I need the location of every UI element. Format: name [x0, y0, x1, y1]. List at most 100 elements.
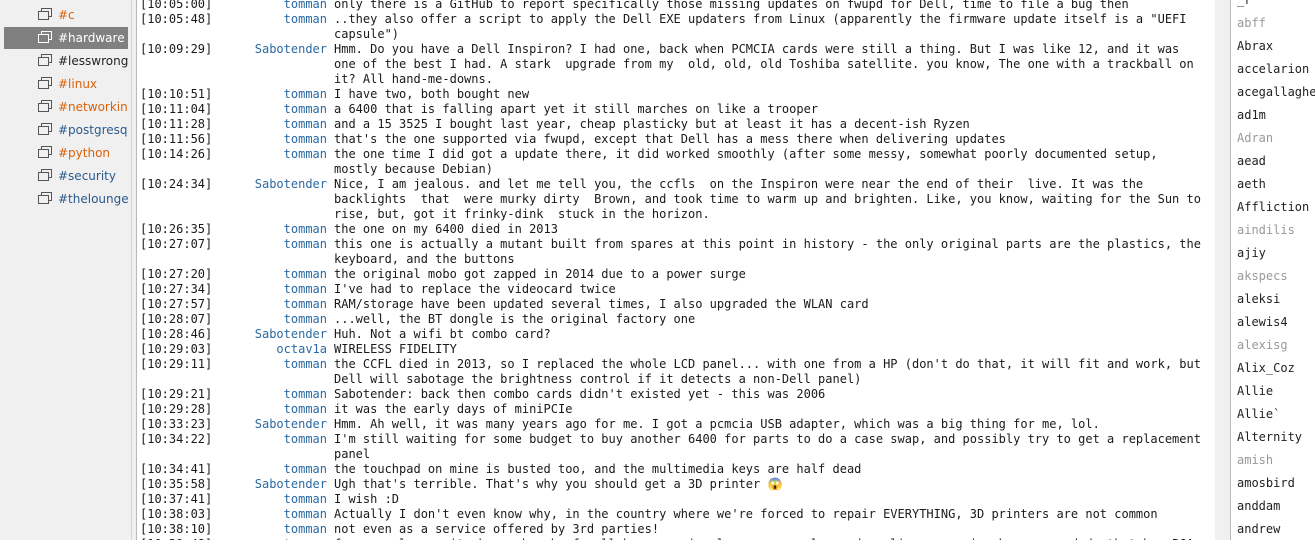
- nickname[interactable]: tomman: [215, 267, 327, 282]
- user-list-item[interactable]: andrew: [1237, 518, 1315, 540]
- chat-line: [10:09:29] Sabotender Hmm. Do you have a D…: [137, 42, 1215, 57]
- chat-line: [10:24:34] Sabotender Nice, I am jealous. …: [137, 177, 1215, 192]
- nickname[interactable]: Sabotender: [215, 177, 327, 192]
- channel-icon: [38, 54, 52, 67]
- sidebar-item-security[interactable]: #security: [4, 165, 128, 187]
- sidebar-item-hardware[interactable]: #hardware: [4, 27, 128, 49]
- message-text: backlights that were murky dirty Brown, …: [334, 192, 1201, 206]
- user-list-item[interactable]: Allie: [1237, 380, 1315, 403]
- message-text: Sabotender: back then combo cards didn't…: [334, 387, 826, 401]
- timestamp: [10:10:51]: [140, 87, 213, 101]
- timestamp: [10:28:07]: [140, 312, 213, 326]
- nickname[interactable]: tomman: [215, 507, 327, 522]
- timestamp: [10:29:11]: [140, 357, 213, 371]
- nickname[interactable]: Sabotender: [215, 42, 327, 57]
- chat-line: [10:27:34] tomman I've had to replace the …: [137, 282, 1215, 297]
- nickname[interactable]: tomman: [215, 522, 327, 537]
- channel-icon: [38, 100, 52, 113]
- message-text: this one is actually a mutant built from…: [334, 237, 1201, 251]
- user-list-item[interactable]: alexisg: [1237, 334, 1315, 357]
- nickname[interactable]: tomman: [215, 492, 327, 507]
- chat-line: [10:27:07] tomman this one is actually a m…: [137, 237, 1215, 252]
- message-text: a 6400 that is falling apart yet it stil…: [334, 102, 819, 116]
- nickname[interactable]: Sabotender: [215, 417, 327, 432]
- sidebar-item-lesswrong[interactable]: #lesswrong: [4, 50, 128, 72]
- nickname[interactable]: octav1a: [215, 342, 327, 357]
- nickname[interactable]: tomman: [215, 297, 327, 312]
- nickname[interactable]: tomman: [215, 87, 327, 102]
- chat-line: [10:11:04] tomman a 6400 that is falling a…: [137, 102, 1215, 117]
- nickname[interactable]: Sabotender: [215, 477, 327, 492]
- chat-line: [10:38:10] tomman not even as a service of…: [137, 522, 1215, 537]
- chat-line: backlights that were murky dirty Brown, …: [137, 192, 1215, 207]
- user-list-item[interactable]: Adran: [1237, 127, 1315, 150]
- message-text: Hmm. Ah well, it was many years ago for …: [334, 417, 1100, 431]
- sidebar-item-thelounge[interactable]: #thelounge: [4, 188, 128, 210]
- message-text: it? All hand-me-downs.: [334, 72, 493, 86]
- nickname[interactable]: tomman: [215, 102, 327, 117]
- user-list-item[interactable]: aead: [1237, 150, 1315, 173]
- nickname[interactable]: tomman: [215, 237, 327, 252]
- splitter[interactable]: [1215, 0, 1230, 540]
- nickname[interactable]: tomman: [215, 12, 327, 27]
- user-list-item[interactable]: aleksi: [1237, 288, 1315, 311]
- nickname[interactable]: tomman: [215, 0, 327, 12]
- nickname[interactable]: tomman: [215, 462, 327, 477]
- nickname[interactable]: tomman: [215, 357, 327, 372]
- user-list-item[interactable]: anddam: [1237, 495, 1315, 518]
- user-list[interactable]: _rabffAbraxaccelarionacegallagherad1mAdr…: [1230, 0, 1315, 540]
- user-list-item[interactable]: Alix_Coz: [1237, 357, 1315, 380]
- message-text: capsule"): [334, 27, 400, 41]
- nickname[interactable]: tomman: [215, 402, 327, 417]
- nickname[interactable]: tomman: [215, 132, 327, 147]
- user-list-item[interactable]: Abrax: [1237, 35, 1315, 58]
- user-list-item[interactable]: Allie`: [1237, 403, 1315, 426]
- message-text: RAM/storage have been updated several ti…: [334, 297, 869, 311]
- nickname[interactable]: tomman: [215, 117, 327, 132]
- nickname[interactable]: tomman: [215, 432, 327, 447]
- user-list-item[interactable]: acegallagher: [1237, 81, 1315, 104]
- sidebar-item-networking[interactable]: #networking: [4, 96, 128, 118]
- user-list-item[interactable]: aindilis: [1237, 219, 1315, 242]
- user-list-item[interactable]: akspecs: [1237, 265, 1315, 288]
- nickname[interactable]: tomman: [215, 147, 327, 162]
- sidebar-item-python[interactable]: #python: [4, 142, 128, 164]
- nickname[interactable]: tomman: [215, 222, 327, 237]
- nickname[interactable]: Sabotender: [215, 327, 327, 342]
- message-text: and a 15 3525 I bought last year, cheap …: [334, 117, 970, 131]
- sidebar-item-label: #linux: [58, 77, 98, 91]
- sidebar-item-c[interactable]: #c: [4, 4, 128, 26]
- user-list-item[interactable]: Alternity: [1237, 426, 1315, 449]
- user-list-item[interactable]: Affliction: [1237, 196, 1315, 219]
- message-text: keyboard, and the buttons: [334, 252, 515, 266]
- message-text: Nice, I am jealous. and let me tell you,…: [334, 177, 1144, 191]
- user-list-item[interactable]: _r: [1237, 0, 1315, 12]
- nickname[interactable]: tomman: [215, 387, 327, 402]
- timestamp: [10:35:58]: [140, 477, 213, 491]
- user-list-item[interactable]: accelarion: [1237, 58, 1315, 81]
- message-text: one of the best I had. A stark upgrade f…: [334, 57, 1194, 71]
- sidebar-item-linux[interactable]: #linux: [4, 73, 128, 95]
- chat-line: Dell will sabotage the brightness contro…: [137, 372, 1215, 387]
- timestamp: [10:11:28]: [140, 117, 213, 131]
- user-list-item[interactable]: amish: [1237, 449, 1315, 472]
- user-list-item[interactable]: amosbird: [1237, 472, 1315, 495]
- channel-icon: [38, 123, 52, 136]
- chat-line: rise, but, got it frinky-dink stuck in t…: [137, 207, 1215, 222]
- sidebar-item-postgresql[interactable]: #postgresql: [4, 119, 128, 141]
- chat-line: it? All hand-me-downs.: [137, 72, 1215, 87]
- sidebar-item-label: #security: [58, 169, 116, 183]
- user-list-item[interactable]: abff: [1237, 12, 1315, 35]
- nickname[interactable]: tomman: [215, 282, 327, 297]
- chat-line: keyboard, and the buttons: [137, 252, 1215, 267]
- user-list-item[interactable]: aeth: [1237, 173, 1315, 196]
- nickname[interactable]: tomman: [215, 312, 327, 327]
- timestamp: [10:24:34]: [140, 177, 213, 191]
- user-list-item[interactable]: ad1m: [1237, 104, 1315, 127]
- user-list-item[interactable]: alewis4: [1237, 311, 1315, 334]
- user-list-item[interactable]: ajiy: [1237, 242, 1315, 265]
- channel-icon: [38, 192, 52, 205]
- message-text: the original mobo got zapped in 2014 due…: [334, 267, 746, 281]
- message-text: Actually I don't even know why, in the c…: [334, 507, 1158, 521]
- chat-log[interactable]: [10:05:00] tomman only there is a GitHub t…: [136, 0, 1216, 540]
